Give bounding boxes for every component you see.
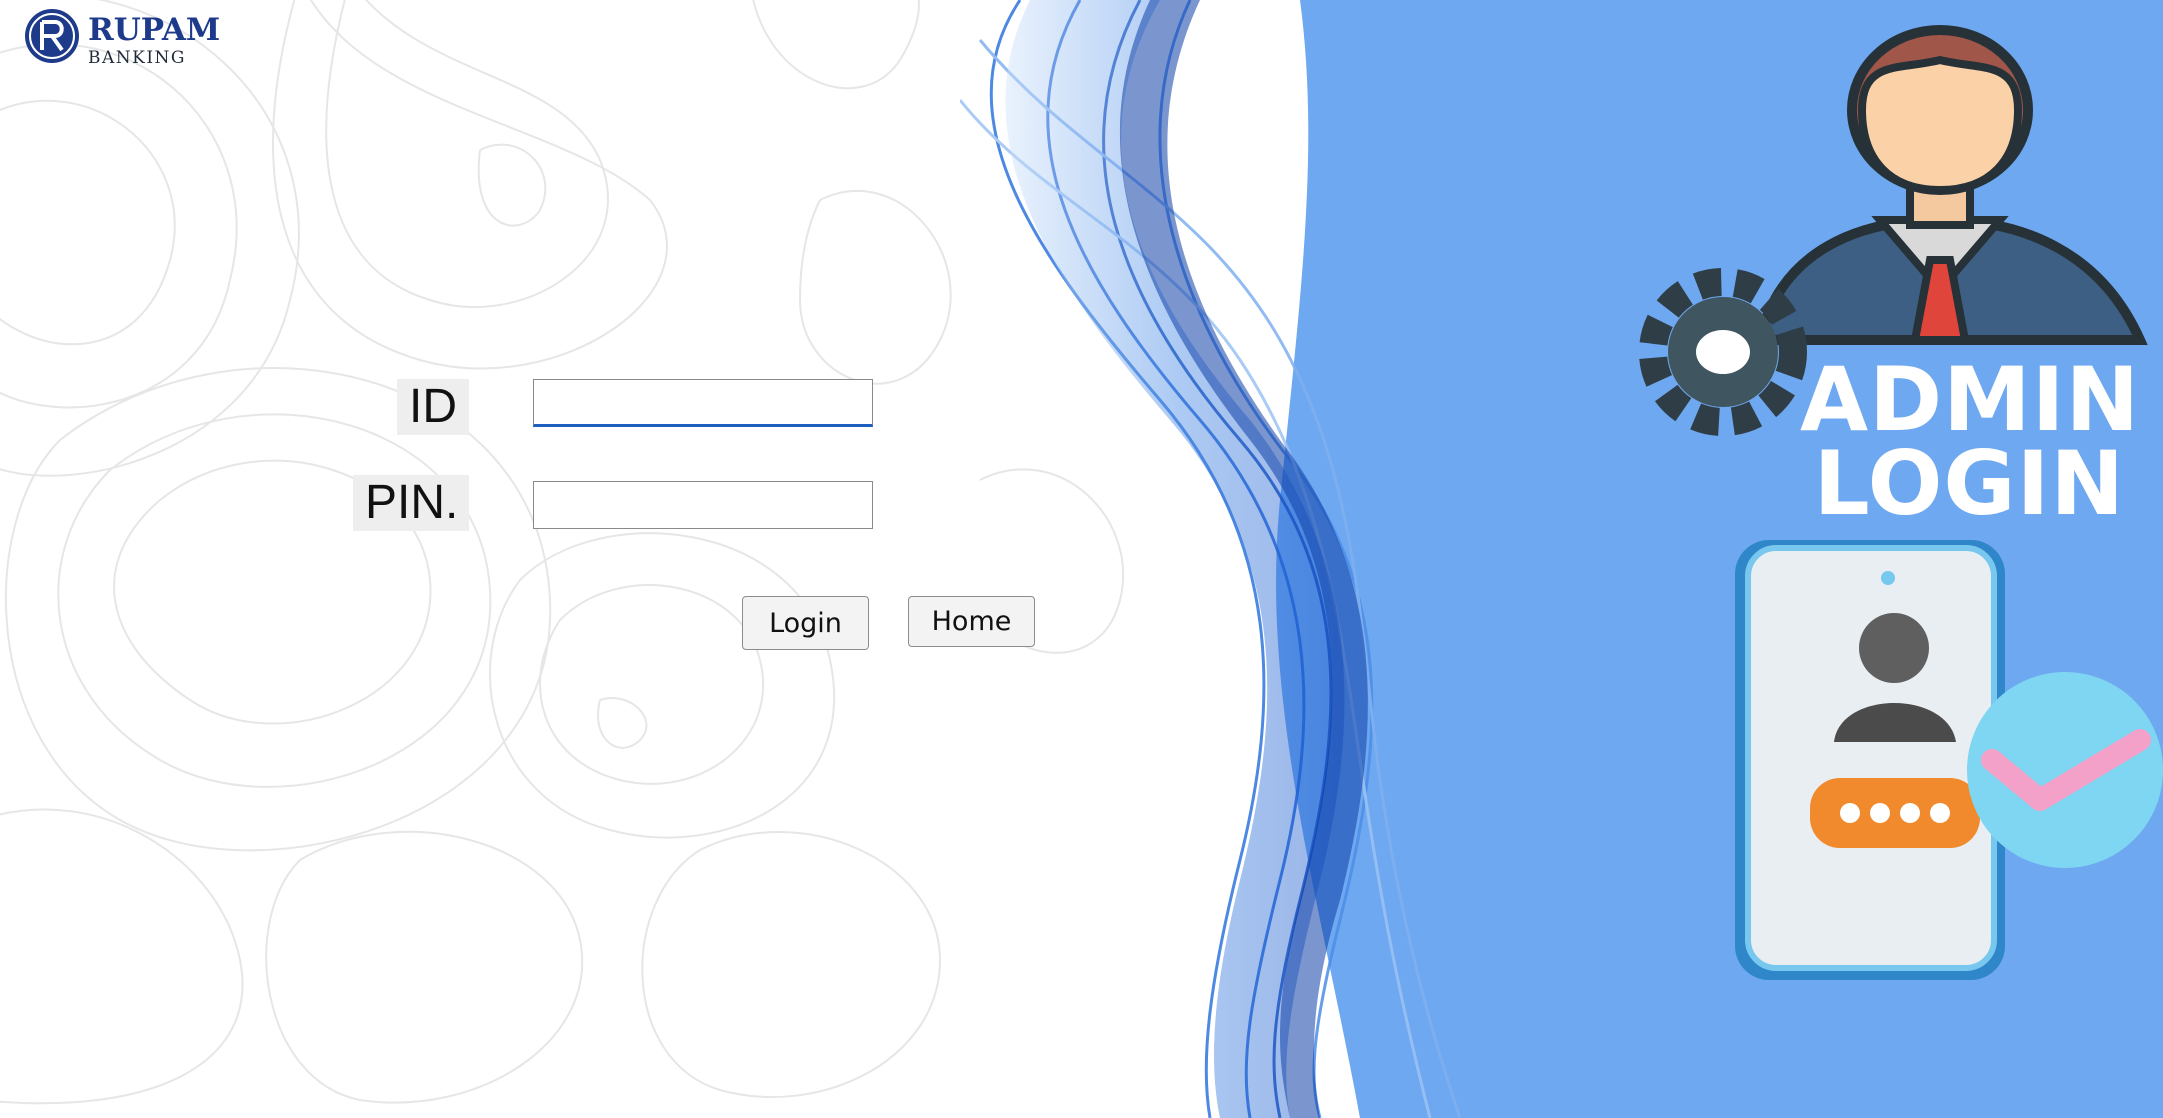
admin-avatar-icon — [1753, 25, 2148, 345]
login-button[interactable]: Login — [742, 596, 869, 650]
brand-subtitle: BANKING — [88, 48, 187, 68]
admin-title-line2: LOGIN — [1813, 432, 2125, 535]
brand-name: RUPAM — [88, 12, 221, 48]
pin-label: PIN. — [353, 475, 469, 531]
admin-title-line1: ADMIN — [1800, 348, 2141, 451]
pin-input[interactable] — [533, 481, 873, 529]
brand-logo[interactable]: RUPAM BANKING — [22, 8, 220, 68]
rupam-logo-icon — [25, 9, 79, 63]
home-button[interactable]: Home — [908, 596, 1035, 647]
admin-illustration — [1639, 25, 2163, 980]
checkmark-icon — [1967, 672, 2163, 868]
gear-icon — [1639, 268, 1807, 436]
id-label: ID — [397, 379, 469, 435]
phone-login-icon — [1735, 540, 2005, 980]
id-input[interactable] — [533, 379, 873, 427]
